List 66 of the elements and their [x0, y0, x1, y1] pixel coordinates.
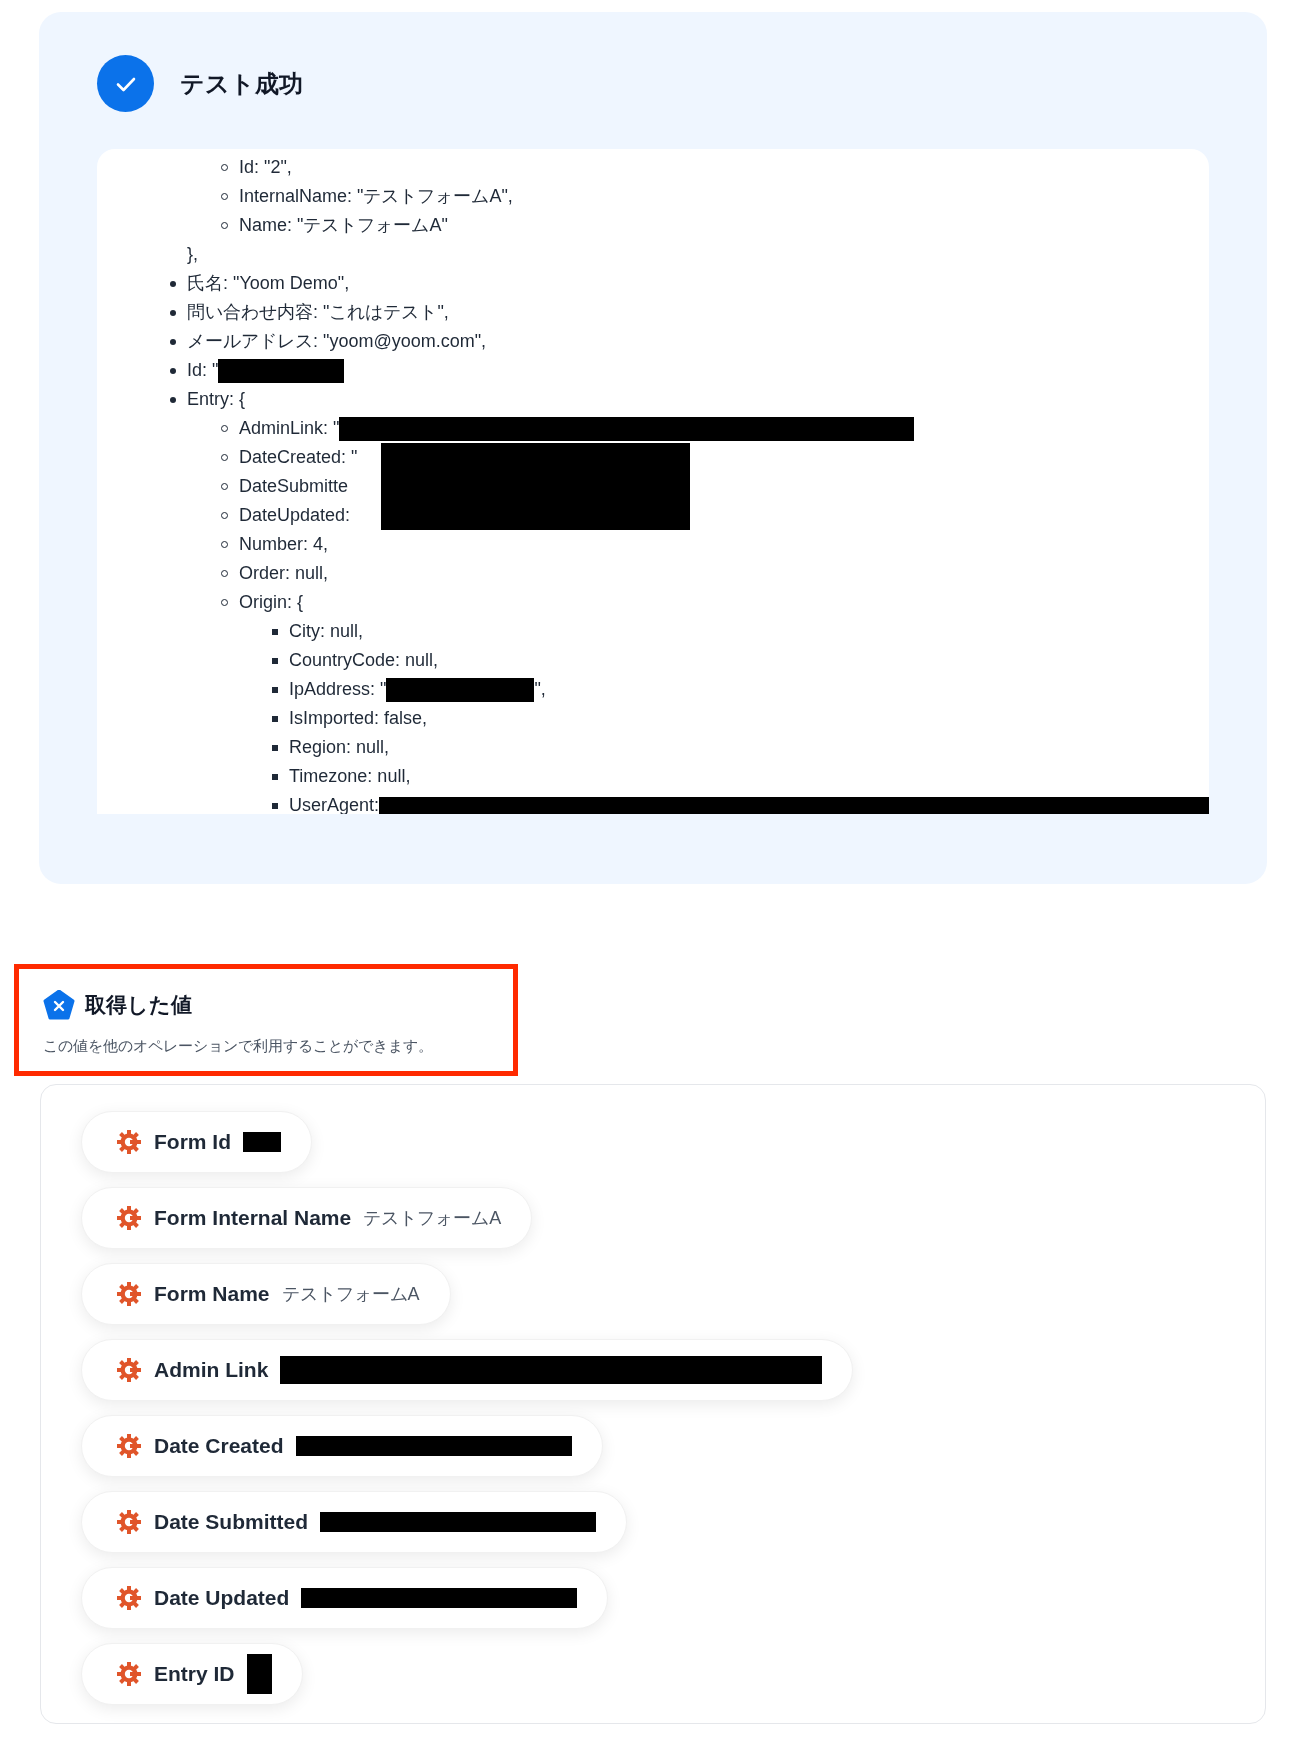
value-chip[interactable]: Form Id: [81, 1111, 312, 1173]
bullet: [272, 744, 278, 751]
bullet: [272, 773, 278, 780]
code-line: Origin: {: [239, 591, 304, 614]
value-chip[interactable]: Form Internal Name テストフォームA: [81, 1187, 533, 1249]
code-line: 問い合わせ内容: "これはテスト",: [187, 301, 449, 324]
value-label: Date Created: [154, 1433, 284, 1460]
bullet: [272, 686, 278, 693]
code-line: メールアドレス: "yoom@yoom.com",: [187, 330, 487, 353]
code-line: Id: ": [187, 359, 219, 382]
code-line: InternalName: "テストフォームA",: [239, 185, 513, 208]
value-text: テストフォームA: [281, 1282, 420, 1306]
section-title: 取得した値: [85, 992, 192, 1018]
gear-icon: [116, 1281, 142, 1307]
value-chip[interactable]: Form Name テストフォームA: [81, 1263, 451, 1325]
code-line: CountryCode: null,: [289, 649, 439, 672]
variable-icon: [43, 989, 75, 1020]
code-line: Id: "2",: [239, 156, 292, 179]
code-line: DateSubmitte: [239, 475, 349, 498]
bullet: [272, 628, 278, 635]
value-label: Entry ID: [154, 1661, 235, 1688]
code-line: DateUpdated:: [239, 504, 351, 527]
bullet: [170, 280, 176, 287]
gear-icon: [116, 1129, 142, 1155]
value-label: Form Name: [154, 1281, 270, 1308]
gear-icon: [116, 1357, 142, 1383]
code-line: AdminLink: ": [239, 417, 340, 440]
bullet: [170, 338, 176, 345]
bullet: [272, 657, 278, 664]
code-line: Order: null,: [239, 562, 329, 585]
code-line: Name: "テストフォームA": [239, 214, 448, 237]
result-title: テスト成功: [180, 68, 303, 99]
code-line: Timezone: null,: [289, 765, 411, 788]
value-label: Date Updated: [154, 1585, 290, 1612]
value-chip[interactable]: Date Created: [81, 1415, 603, 1477]
code-line: Number: 4,: [239, 533, 329, 556]
value-label: Date Submitted: [154, 1509, 308, 1536]
value-chip[interactable]: Admin Link: [81, 1339, 854, 1401]
value-text: テストフォームA: [363, 1206, 502, 1230]
gear-icon: [116, 1585, 142, 1611]
gear-icon: [116, 1205, 142, 1231]
value-label: Form Internal Name: [154, 1205, 352, 1232]
value-label: Admin Link: [154, 1357, 269, 1384]
bullet: [170, 367, 176, 374]
value-chip[interactable]: Date Submitted: [81, 1491, 627, 1553]
code-line: DateCreated: ": [239, 446, 358, 469]
bullet: [272, 715, 278, 722]
gear-icon: [116, 1661, 142, 1687]
code-line: IsImported: false,: [289, 707, 428, 730]
code-line: ",: [534, 678, 546, 701]
code-line: City: null,: [289, 620, 364, 643]
value-chip[interactable]: Date Updated: [81, 1567, 609, 1629]
section-description: この値を他のオペレーションで利用することができます。: [43, 1035, 434, 1056]
code-line: },: [187, 243, 198, 266]
bullet: [170, 309, 176, 316]
code-line: 氏名: "Yoom Demo",: [187, 272, 350, 295]
gear-icon: [116, 1509, 142, 1535]
code-line: IpAddress: ": [289, 678, 387, 701]
gear-icon: [116, 1433, 142, 1459]
bullet: [272, 802, 278, 809]
code-line: UserAgent:: [289, 794, 380, 814]
value-label: Form Id: [154, 1129, 231, 1156]
code-line: Region: null,: [289, 736, 390, 759]
value-chip[interactable]: Entry ID: [81, 1643, 303, 1705]
bullet: [170, 396, 176, 403]
code-line: Entry: {: [187, 388, 246, 411]
